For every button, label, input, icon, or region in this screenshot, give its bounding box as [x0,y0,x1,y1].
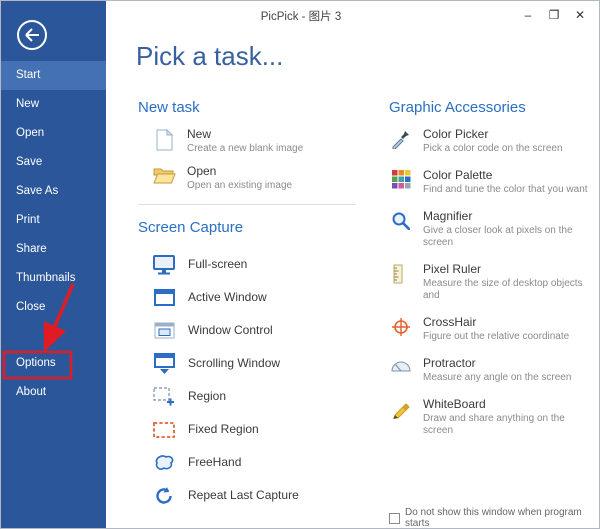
repeat-arrow-icon [152,486,176,506]
region-dashed-icon [152,387,176,406]
maximize-button[interactable]: ❐ [541,5,567,25]
left-column: New task New Create a new blank image [138,99,368,512]
startup-checkbox-row[interactable]: Do not show this window when program sta… [389,507,599,529]
accessory-magnifier[interactable]: Magnifier Give a closer look at pixels o… [389,210,597,249]
task-title: Open [187,165,292,178]
accessory-pixel-ruler[interactable]: Pixel Ruler Measure the size of desktop … [389,263,597,302]
accessory-title: Color Picker [423,128,563,141]
capture-label: Window Control [188,324,273,337]
startup-checkbox-label: Do not show this window when program sta… [405,507,599,529]
section-divider [138,204,356,205]
task-open[interactable]: Open Open an existing image [152,165,368,192]
capture-scrolling-window[interactable]: Scrolling Window [152,347,368,380]
capture-label: Fixed Region [188,423,259,436]
accessory-title: Protractor [423,357,571,370]
task-desc: Create a new blank image [187,143,303,155]
accessory-desc: Draw and share anything on the screen [423,413,597,437]
accessory-whiteboard[interactable]: WhiteBoard Draw and share anything on th… [389,398,597,437]
capture-active-window[interactable]: Active Window [152,281,368,314]
capture-label: Active Window [188,291,267,304]
picpick-window: Start New Open Save Save As Print Share … [0,0,600,529]
accessory-desc: Pick a color code on the screen [423,143,563,155]
sidebar-item-save[interactable]: Save [1,148,106,177]
section-title-screen-capture: Screen Capture [138,219,368,236]
sidebar-item-new[interactable]: New [1,90,106,119]
sidebar-item-options[interactable]: Options [1,349,106,378]
accessory-desc: Find and tune the color that you want [423,184,588,196]
section-title-new-task: New task [138,99,368,116]
sidebar-menu: Start New Open Save Save As Print Share … [1,61,106,407]
palette-grid-icon [389,169,413,196]
accessory-title: Magnifier [423,210,597,223]
section-title-graphic-accessories: Graphic Accessories [389,99,597,116]
accessory-desc: Measure the size of desktop objects and [423,278,597,302]
lasso-icon [152,454,176,472]
sidebar-item-save-as[interactable]: Save As [1,177,106,206]
fixed-region-dashed-icon [152,422,176,438]
accessory-title: WhiteBoard [423,398,597,411]
accessory-color-palette[interactable]: Color Palette Find and tune the color th… [389,169,597,196]
accessory-title: CrossHair [423,316,569,329]
window-icon [152,289,176,306]
right-column: Graphic Accessories Color Picker Pick a … [389,99,597,451]
window-controls: – ❐ ✕ [515,5,593,25]
task-new[interactable]: New Create a new blank image [152,128,368,155]
capture-label: Full-screen [188,258,247,271]
capture-label: Scrolling Window [188,357,280,370]
accessory-crosshair[interactable]: CrossHair Figure out the relative coordi… [389,316,597,343]
capture-label: Region [188,390,226,403]
capture-label: FreeHand [188,456,241,469]
back-arrow-icon [15,39,49,56]
window-title: PicPick - 图片 3 [261,8,342,24]
minimize-button[interactable]: – [515,5,541,25]
back-button[interactable] [15,18,49,52]
accessory-title: Pixel Ruler [423,263,597,276]
task-title: New [187,128,303,141]
open-folder-icon [152,165,176,184]
sidebar-item-thumbnails[interactable]: Thumbnails [1,264,106,293]
page-title: Pick a task... [136,41,283,72]
task-desc: Open an existing image [187,180,292,192]
capture-window-control[interactable]: Window Control [152,314,368,347]
marker-pen-icon [389,398,413,437]
magnifier-icon [389,210,413,249]
sidebar-item-close[interactable]: Close [1,293,106,322]
checkbox-icon[interactable] [389,513,400,524]
accessory-desc: Give a closer look at pixels on the scre… [423,225,597,249]
capture-full-screen[interactable]: Full-screen [152,248,368,281]
capture-label: Repeat Last Capture [188,489,299,502]
sidebar-item-print[interactable]: Print [1,206,106,235]
eyedropper-icon [389,128,413,155]
sidebar-item-share[interactable]: Share [1,235,106,264]
crosshair-icon [389,316,413,343]
scrolling-window-icon [152,353,176,374]
sidebar-item-open[interactable]: Open [1,119,106,148]
sidebar: Start New Open Save Save As Print Share … [1,1,106,529]
close-button[interactable]: ✕ [567,5,593,25]
capture-freehand[interactable]: FreeHand [152,446,368,479]
capture-fixed-region[interactable]: Fixed Region [152,413,368,446]
accessory-color-picker[interactable]: Color Picker Pick a color code on the sc… [389,128,597,155]
capture-repeat-last[interactable]: Repeat Last Capture [152,479,368,512]
window-control-icon [152,322,176,339]
ruler-icon [389,263,413,302]
sidebar-item-start[interactable]: Start [1,61,106,90]
accessory-protractor[interactable]: Protractor Measure any angle on the scre… [389,357,597,384]
capture-region[interactable]: Region [152,380,368,413]
blank-document-icon [152,128,176,151]
accessory-desc: Figure out the relative coordinate [423,331,569,343]
sidebar-item-about[interactable]: About [1,378,106,407]
accessory-title: Color Palette [423,169,588,182]
protractor-icon [389,357,413,384]
sidebar-spacer [1,322,106,349]
accessory-desc: Measure any angle on the screen [423,372,571,384]
monitor-icon [152,255,176,275]
